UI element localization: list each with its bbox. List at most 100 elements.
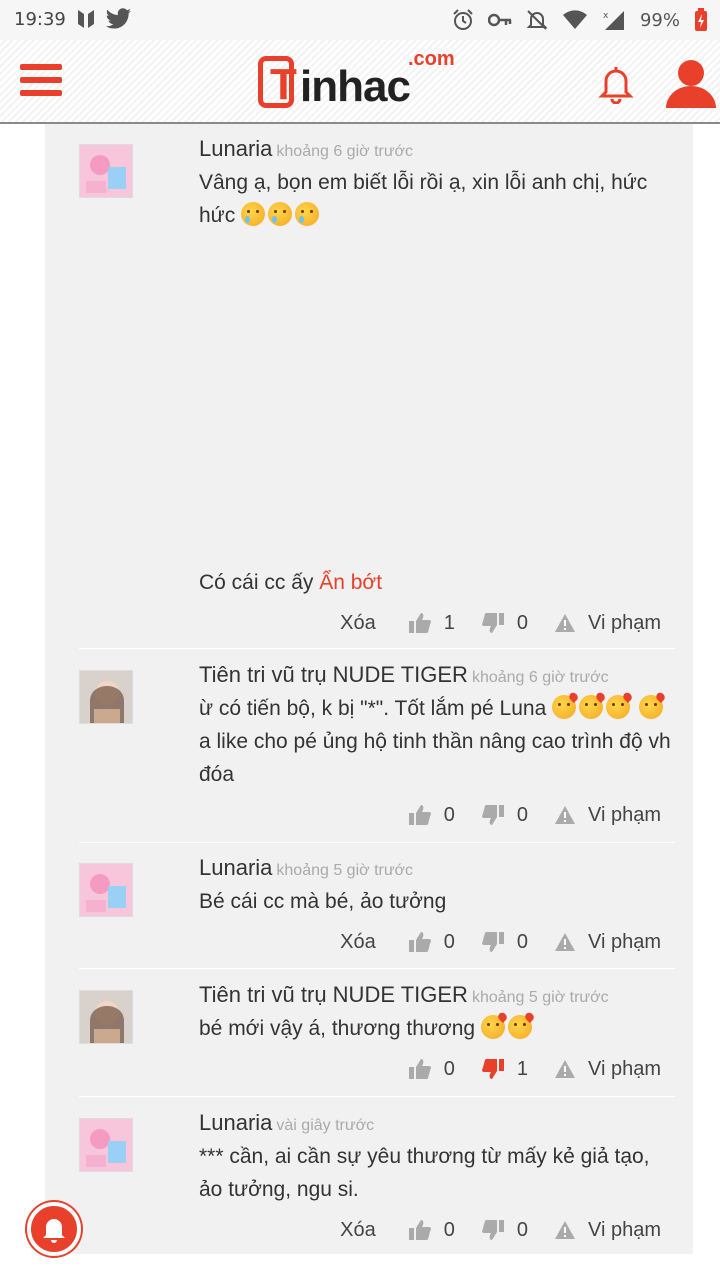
comment-author[interactable]: Tiên tri vũ trụ NUDE TIGER (199, 662, 468, 687)
dislike-count: 0 (516, 1218, 528, 1241)
notifications-button[interactable] (598, 64, 634, 105)
avatar[interactable] (79, 1118, 133, 1172)
comment-time: khoảng 5 giờ trước (471, 989, 609, 1006)
logo-text: inhac (300, 62, 411, 111)
collapse-link[interactable]: Ẩn bớt (319, 571, 382, 594)
avatar[interactable] (79, 144, 133, 198)
alarm-icon (453, 9, 473, 30)
dislike-button[interactable]: 0 (481, 804, 528, 827)
notification-icons (76, 8, 132, 30)
avatar-image (80, 864, 132, 916)
avatar-image (80, 671, 132, 723)
kiss-emoji-icon (606, 695, 631, 719)
account-button[interactable] (664, 58, 718, 110)
report-button[interactable]: Vi phạm (554, 1219, 661, 1242)
comment-author[interactable]: Tiên tri vũ trụ NUDE TIGER (199, 982, 468, 1007)
warning-icon (554, 614, 575, 632)
delete-button[interactable]: Xóa (340, 612, 376, 635)
dislike-button[interactable]: 0 (481, 612, 528, 635)
report-button[interactable]: Vi phạm (554, 1058, 661, 1081)
site-logo[interactable]: T inhac .com (258, 48, 468, 114)
comment-divider (79, 968, 675, 969)
report-label: Vi phạm (587, 611, 661, 634)
kiss-emoji-icon (507, 1015, 532, 1039)
comment-actions: 0 0 Vi phạm (382, 800, 661, 830)
like-button[interactable]: 0 (408, 1219, 455, 1242)
kiss-emoji-icon (552, 695, 577, 719)
mute-bell-icon (526, 10, 548, 30)
warning-icon (554, 806, 575, 824)
comment-item: Lunaria khoảng 5 giờ trước Bé cái cc mà b… (79, 843, 675, 967)
like-button[interactable]: 0 (408, 1058, 455, 1081)
push-notification-button[interactable] (27, 1202, 81, 1256)
status-time: 19:39 (14, 9, 66, 30)
svg-text:x: x (603, 11, 609, 21)
kiss-emoji-icon (480, 1015, 505, 1039)
like-count: 0 (443, 930, 455, 953)
comment-body: Tiên tri vũ trụ NUDE TIGER khoảng 6 giờ t… (199, 662, 675, 791)
comment-item: Tiên tri vũ trụ NUDE TIGER khoảng 5 giờ t… (79, 970, 675, 1094)
thumbs-up-icon (408, 932, 431, 952)
delete-button[interactable]: Xóa (340, 1219, 376, 1242)
comment-time: khoảng 5 giờ trước (276, 862, 414, 879)
comment-divider (79, 648, 675, 649)
comment-text-content: a like cho pé ủng hộ tinh thần nâng cao … (199, 730, 671, 786)
comment-text: *** cần, ai cần sự yêu thương từ mấy kẻ … (199, 1145, 650, 1201)
kiss-emoji-icon (579, 695, 604, 719)
crying-emoji-icon (241, 202, 266, 226)
avatar[interactable] (79, 863, 133, 917)
comment-text: Bé cái cc mà bé, ảo tưởng (199, 890, 447, 913)
thumbs-down-icon (481, 1220, 504, 1240)
like-count: 0 (443, 1218, 455, 1241)
thumbs-down-icon (481, 805, 504, 825)
like-button[interactable]: 0 (408, 804, 455, 827)
avatar[interactable] (79, 990, 133, 1044)
bell-icon (598, 67, 634, 105)
thumbs-down-icon-active (481, 1059, 504, 1079)
comments-panel: Lunaria khoảng 6 giờ trước Vâng ạ, bọn em… (45, 124, 693, 1254)
app-notification-icon (78, 10, 94, 28)
thumbs-up-icon (408, 1220, 431, 1240)
report-button[interactable]: Vi phạm (554, 804, 661, 827)
dislike-button[interactable]: 1 (481, 1058, 528, 1081)
avatar[interactable] (79, 670, 133, 724)
like-button[interactable]: 0 (408, 931, 455, 954)
comment-actions: Xóa 0 0 Vi phạm (340, 1215, 661, 1245)
like-button[interactable]: 1 (408, 612, 455, 635)
thumbs-up-icon (408, 805, 431, 825)
dislike-button[interactable]: 0 (481, 931, 528, 954)
comment-time: vài giây trước (276, 1117, 375, 1134)
dislike-count: 0 (516, 803, 528, 826)
delete-button[interactable]: Xóa (340, 931, 376, 954)
comment-author[interactable]: Lunaria (199, 136, 272, 161)
hamburger-line (20, 64, 62, 70)
report-button[interactable]: Vi phạm (554, 931, 661, 954)
comment-extra: Có cái cc ấy Ẩn bớt (199, 566, 382, 599)
menu-button[interactable] (20, 64, 62, 100)
comment-actions: 0 1 Vi phạm (382, 1054, 661, 1084)
comment-text-content: ừ có tiến bộ, k bị "*". Tốt lắm pé Luna (199, 697, 547, 720)
comment-author[interactable]: Lunaria (199, 1110, 272, 1135)
battery-icon (695, 8, 707, 31)
thumbs-down-icon (481, 613, 504, 633)
comment-item: Lunaria khoảng 6 giờ trước Vâng ạ, bọn em… (79, 124, 675, 646)
dislike-count: 0 (516, 930, 528, 953)
comment-body: Tiên tri vũ trụ NUDE TIGER khoảng 5 giờ t… (199, 982, 675, 1045)
comment-time: khoảng 6 giờ trước (276, 143, 414, 160)
comment-extra-text: Có cái cc ấy (199, 571, 314, 594)
dislike-count: 0 (516, 611, 528, 634)
comment-actions: Xóa 0 0 Vi phạm (340, 927, 661, 957)
warning-icon (554, 1060, 575, 1078)
user-icon (666, 60, 716, 108)
battery-percent: 99% (639, 9, 680, 31)
avatar-image (80, 145, 132, 197)
comment-time: khoảng 6 giờ trước (471, 669, 609, 686)
dislike-button[interactable]: 0 (481, 1219, 528, 1242)
like-count: 0 (443, 803, 455, 826)
comment-author[interactable]: Lunaria (199, 855, 272, 880)
comment-body: Lunaria khoảng 5 giờ trước Bé cái cc mà b… (199, 855, 675, 918)
warning-icon (554, 933, 575, 951)
report-button[interactable]: Vi phạm (554, 612, 661, 635)
report-label: Vi phạm (587, 803, 661, 826)
avatar-image (80, 991, 132, 1043)
